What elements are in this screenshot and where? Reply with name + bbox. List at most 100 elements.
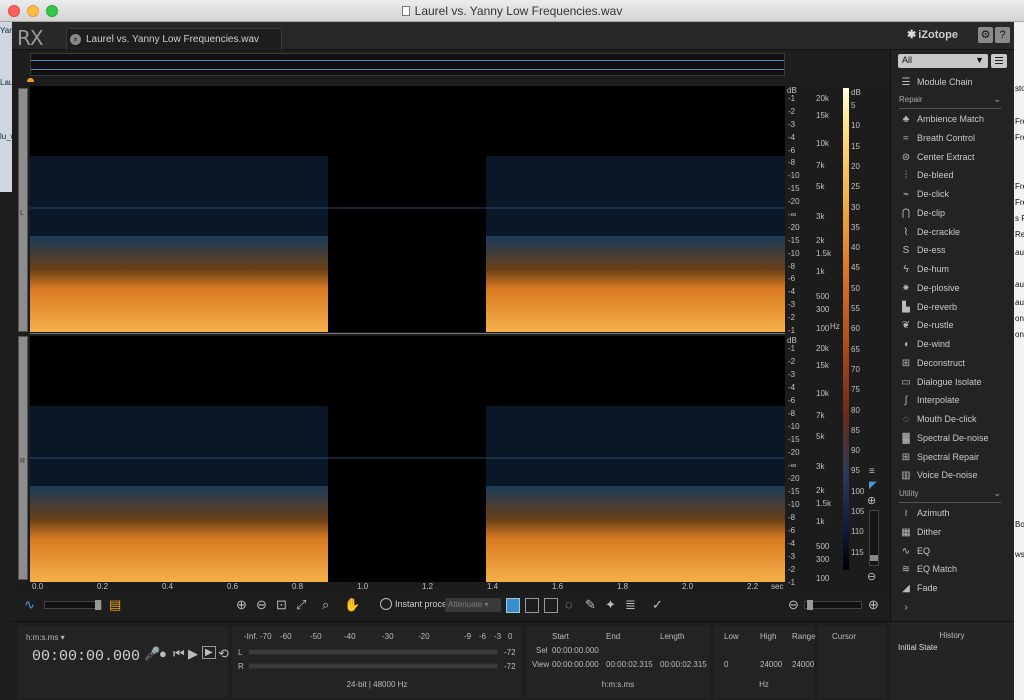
waveform-view-icon[interactable]: ∿ bbox=[24, 597, 35, 613]
module-item[interactable]: ⌁ De-click bbox=[899, 185, 1009, 203]
find-similar-icon[interactable]: ✓ bbox=[652, 597, 663, 613]
freq-zoom-handle[interactable] bbox=[870, 555, 878, 561]
module-item[interactable]: ▙ De-reverb bbox=[899, 298, 1009, 316]
module-item[interactable]: ✷ De-plosive bbox=[899, 279, 1009, 297]
db-tick: -∞ bbox=[788, 210, 797, 219]
channel-right-bar[interactable]: R bbox=[18, 336, 28, 580]
sel-start[interactable]: 00:00:00.000 bbox=[552, 646, 599, 655]
zoom-in-freq-icon[interactable]: ⊕ bbox=[867, 494, 876, 507]
hand-tool-icon[interactable]: ✋ bbox=[344, 597, 360, 613]
module-label: De-plosive bbox=[917, 282, 960, 293]
channel-label: L bbox=[20, 210, 24, 217]
module-item[interactable]: ❦ De-rustle bbox=[899, 316, 1009, 334]
repair-section-header[interactable]: Repair ⌄ bbox=[899, 94, 1001, 109]
module-item[interactable]: ▓ Spectral De-noise bbox=[899, 429, 1009, 447]
time-zoom-handle[interactable] bbox=[807, 600, 813, 610]
waveform-overview[interactable] bbox=[30, 53, 785, 76]
module-item[interactable]: ≈ Breath Control bbox=[899, 129, 1009, 147]
help-button[interactable]: ? bbox=[995, 27, 1010, 43]
pin-icon[interactable]: ◤ bbox=[869, 480, 877, 491]
zoom-in-icon[interactable]: ⊕ bbox=[236, 597, 247, 613]
module-item[interactable]: ▥ Voice De-noise bbox=[899, 466, 1009, 484]
freq-zoom-slider[interactable] bbox=[869, 510, 879, 566]
module-item[interactable]: ≀ Azimuth bbox=[899, 504, 1009, 522]
module-item[interactable]: ϟ De-hum bbox=[899, 260, 1009, 278]
db-tick: -3 bbox=[788, 370, 796, 379]
module-item[interactable]: ⌇ De-crackle bbox=[899, 223, 1009, 241]
zoom-fit-icon[interactable]: ⤢ bbox=[296, 597, 306, 613]
meter-right-value: -72 bbox=[504, 662, 516, 671]
module-item[interactable]: S De-ess bbox=[899, 241, 1009, 259]
module-item[interactable]: ∿ EQ bbox=[899, 542, 1009, 560]
history-item[interactable]: Initial State bbox=[898, 643, 938, 652]
zoom-out-time-icon[interactable]: ⊖ bbox=[788, 597, 799, 613]
module-chain-item[interactable]: ☰ Module Chain bbox=[899, 73, 1009, 91]
range-header: Range bbox=[792, 632, 816, 641]
db-scale-tick: 5 bbox=[851, 101, 856, 110]
zoom-selection-icon[interactable]: ⊡ bbox=[276, 597, 287, 613]
view-length[interactable]: 00:00:02.315 bbox=[660, 660, 707, 669]
bg-text: Fre bbox=[1015, 133, 1024, 142]
more-modules-button[interactable]: › bbox=[899, 598, 1009, 616]
play-icon[interactable]: ▶ bbox=[188, 646, 198, 662]
settings-button[interactable]: ⚙ bbox=[978, 27, 993, 43]
module-item[interactable]: ∫ Interpolate bbox=[899, 391, 1009, 409]
module-item[interactable]: ◌ Mouth De-click bbox=[899, 410, 1009, 428]
waveform-toggle-icon[interactable]: ≡ bbox=[869, 466, 875, 477]
play-selection-icon[interactable]: ▶ bbox=[202, 646, 216, 659]
hz-tick: 3k bbox=[816, 462, 825, 471]
high-value[interactable]: 24000 bbox=[760, 660, 782, 669]
module-item[interactable]: ▦ Dither bbox=[899, 523, 1009, 541]
view-end[interactable]: 00:00:02.315 bbox=[606, 660, 653, 669]
blend-handle[interactable] bbox=[95, 600, 101, 610]
module-item[interactable]: ◖ De-wind bbox=[899, 335, 1009, 353]
time-zoom-slider[interactable] bbox=[804, 600, 862, 610]
magic-wand-icon[interactable]: ✦ bbox=[605, 597, 616, 613]
view-start[interactable]: 00:00:00.000 bbox=[552, 660, 599, 669]
module-item[interactable]: ≋ EQ Match bbox=[899, 560, 1009, 578]
close-tab-icon[interactable]: × bbox=[70, 34, 81, 45]
freq-select-tool[interactable] bbox=[544, 598, 558, 613]
spectrogram-left[interactable] bbox=[30, 86, 785, 332]
module-filter-select[interactable]: All ▼ bbox=[898, 54, 988, 68]
title-bar: Laurel vs. Yanny Low Frequencies.wav bbox=[0, 0, 1024, 22]
attenuate-select[interactable]: Attenuate ▾ bbox=[445, 598, 501, 612]
zoom-in-time-icon[interactable]: ⊕ bbox=[868, 597, 879, 613]
zoom-out-icon[interactable]: ⊖ bbox=[256, 597, 267, 613]
record-icon[interactable]: ● bbox=[159, 646, 167, 661]
db-tick: -2 bbox=[788, 313, 796, 323]
db-tick: -1 bbox=[788, 578, 796, 587]
skip-start-icon[interactable]: ⏮ bbox=[173, 646, 185, 662]
loop-icon[interactable]: ⟲ bbox=[218, 646, 229, 662]
zoom-out-freq-icon[interactable]: ⊖ bbox=[867, 570, 876, 583]
utility-section-header[interactable]: Utility ⌄ bbox=[899, 488, 1001, 503]
low-value[interactable]: 0 bbox=[724, 660, 728, 669]
db-tick: -6 bbox=[788, 145, 796, 155]
module-item[interactable]: ⊞ Deconstruct bbox=[899, 354, 1009, 372]
module-item[interactable]: ⋂ De-clip bbox=[899, 204, 1009, 222]
harmonic-select-icon[interactable]: ≣ bbox=[625, 597, 636, 613]
brush-tool-icon[interactable]: ✎ bbox=[585, 597, 596, 613]
lasso-tool-icon[interactable]: ◌ bbox=[565, 597, 573, 612]
spectrogram-blend-slider[interactable] bbox=[44, 600, 102, 610]
spectrogram-right[interactable] bbox=[30, 336, 785, 582]
channel-left-bar[interactable]: L bbox=[18, 88, 28, 332]
range-value[interactable]: 24000 bbox=[792, 660, 814, 669]
module-item[interactable]: ⫶ De-bleed bbox=[899, 166, 1009, 184]
channel-divider bbox=[30, 333, 785, 334]
record-arm-icon[interactable]: 🎤 bbox=[144, 646, 160, 662]
module-item[interactable]: ▭ Dialogue Isolate bbox=[899, 373, 1009, 391]
magnify-tool-icon[interactable]: ⌕ bbox=[322, 597, 329, 613]
module-item[interactable]: ⊜ Center Extract bbox=[899, 148, 1009, 166]
module-item[interactable]: ⊞ Spectral Repair bbox=[899, 448, 1009, 466]
time-freq-select-tool[interactable] bbox=[525, 598, 539, 613]
module-item[interactable]: ◢ Fade bbox=[899, 579, 1009, 597]
file-tab[interactable]: × Laurel vs. Yanny Low Frequencies.wav bbox=[66, 28, 282, 50]
time-format-select[interactable]: h:m:s.ms ▾ bbox=[26, 633, 65, 642]
module-list-menu-button[interactable] bbox=[991, 54, 1007, 68]
db-scale-tick: 85 bbox=[851, 425, 860, 435]
module-item[interactable]: ♣ Ambience Match bbox=[899, 110, 1009, 128]
spectrogram-view-icon[interactable]: ▤ bbox=[109, 597, 121, 613]
time-select-tool[interactable] bbox=[506, 598, 520, 613]
voice-icon: ▥ bbox=[901, 470, 911, 482]
